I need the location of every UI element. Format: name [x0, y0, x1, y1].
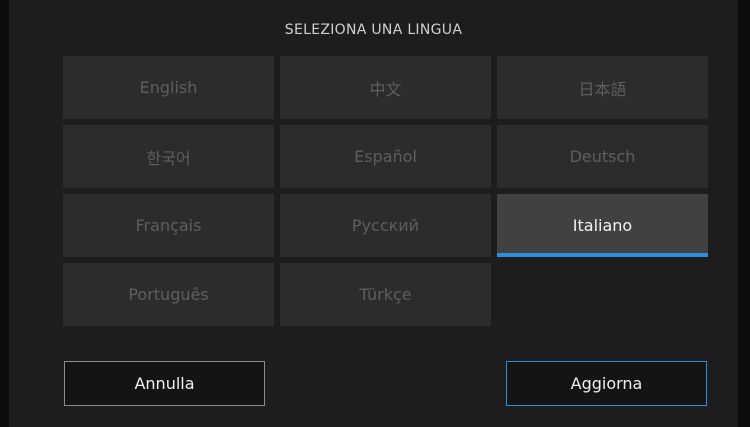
language-option-german[interactable]: Deutsch [497, 125, 708, 188]
language-option-portuguese[interactable]: Português [63, 263, 274, 326]
language-option-russian[interactable]: Русский [280, 194, 491, 257]
language-option-spanish[interactable]: Español [280, 125, 491, 188]
cancel-button[interactable]: Annulla [64, 361, 265, 406]
dialog-title: SELEZIONA UNA LINGUA [284, 22, 463, 38]
language-option-italian[interactable]: Italiano [497, 194, 708, 257]
language-option-french[interactable]: Français [63, 194, 274, 257]
update-button[interactable]: Aggiorna [506, 361, 707, 406]
language-option-english[interactable]: English [63, 56, 274, 119]
language-option-turkish[interactable]: Türkçe [280, 263, 491, 326]
language-grid: English 中文 日本語 한국어 Español Deutsch Franç… [63, 56, 708, 326]
language-option-korean[interactable]: 한국어 [63, 125, 274, 188]
language-option-chinese[interactable]: 中文 [280, 56, 491, 119]
screen: SELEZIONA UNA LINGUA English 中文 日本語 한국어 … [0, 0, 750, 427]
language-dialog: SELEZIONA UNA LINGUA English 中文 日本語 한국어 … [9, 0, 738, 427]
language-option-japanese[interactable]: 日本語 [497, 56, 708, 119]
